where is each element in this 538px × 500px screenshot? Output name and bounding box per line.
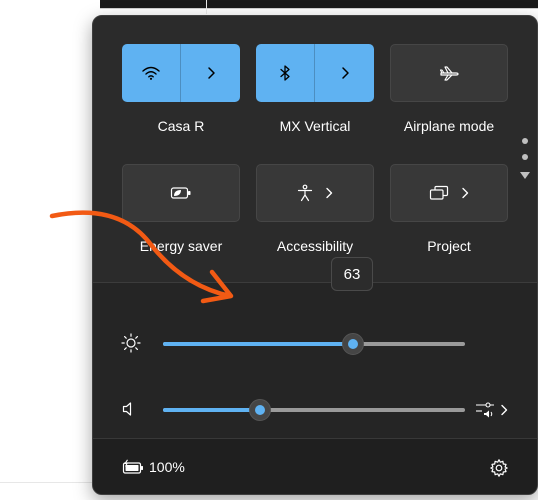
quick-settings-panel: Casa R MX Vertical Airplane mode Energy …: [92, 15, 538, 495]
battery-charging-icon: [122, 459, 143, 474]
airplane-mode-tile-label: Airplane mode: [403, 118, 495, 134]
thumb-center: [254, 405, 265, 415]
chevron-right-icon: [326, 187, 333, 199]
energy-saver-icon: [170, 187, 191, 199]
wifi-tile-label: Casa R: [157, 118, 205, 134]
thumb-center: [348, 339, 359, 349]
battery-percentage: 100%: [149, 459, 185, 475]
bluetooth-expand-button[interactable]: [315, 44, 374, 102]
project-tile-label: Project: [427, 238, 471, 254]
accessibility-tile-label: Accessibility: [276, 238, 354, 254]
quick-settings-footer: 100%: [93, 438, 537, 494]
next-page-icon: [520, 172, 530, 179]
airplane-icon: [439, 66, 459, 81]
volume-slider-thumb[interactable]: [248, 399, 271, 421]
brightness-value-tooltip: 63: [331, 257, 373, 291]
page-dot: [522, 154, 528, 160]
wifi-toggle-button[interactable]: [122, 44, 180, 102]
accessibility-tile-content: [297, 184, 333, 202]
accessibility-icon: [297, 184, 313, 202]
accessibility-tile[interactable]: [256, 164, 374, 222]
chevron-right-icon: [341, 67, 349, 79]
audio-output-button[interactable]: [475, 399, 515, 421]
brightness-slider-fill: [163, 342, 354, 346]
airplane-mode-tile[interactable]: [390, 44, 508, 102]
page-dot: [522, 138, 528, 144]
wifi-icon: [142, 66, 160, 80]
wifi-expand-button[interactable]: [181, 44, 240, 102]
energy-saver-tile[interactable]: [122, 164, 240, 222]
project-icon: [429, 185, 449, 200]
volume-slider[interactable]: [163, 399, 465, 421]
background-divider: [0, 482, 94, 483]
bluetooth-toggle-button[interactable]: [256, 44, 314, 102]
speaker-icon: [122, 402, 132, 416]
brightness-slider-thumb[interactable]: [342, 333, 365, 355]
project-tile-content: [429, 185, 469, 201]
volume-slider-fill: [163, 408, 260, 412]
page-indicator[interactable]: [519, 138, 531, 188]
energy-saver-tile-label: Energy saver: [139, 238, 223, 254]
slider-section: [93, 282, 537, 439]
bluetooth-tile: [256, 44, 374, 102]
chevron-right-icon: [501, 404, 508, 416]
bluetooth-tile-label: MX Vertical: [279, 118, 351, 134]
background-divider: [206, 0, 207, 14]
chevron-right-icon: [207, 67, 215, 79]
battery-status[interactable]: 100%: [121, 459, 185, 475]
chevron-right-icon: [462, 187, 469, 199]
audio-output-icon: [476, 402, 494, 418]
wifi-tile: [122, 44, 240, 102]
background-window-edge: [100, 0, 538, 9]
brightness-icon: [121, 333, 141, 353]
project-tile[interactable]: [390, 164, 508, 222]
bluetooth-icon: [280, 65, 290, 81]
quick-settings-tiles: Casa R MX Vertical Airplane mode Energy …: [93, 16, 537, 282]
brightness-slider[interactable]: [163, 333, 465, 355]
gear-icon[interactable]: [489, 458, 509, 478]
